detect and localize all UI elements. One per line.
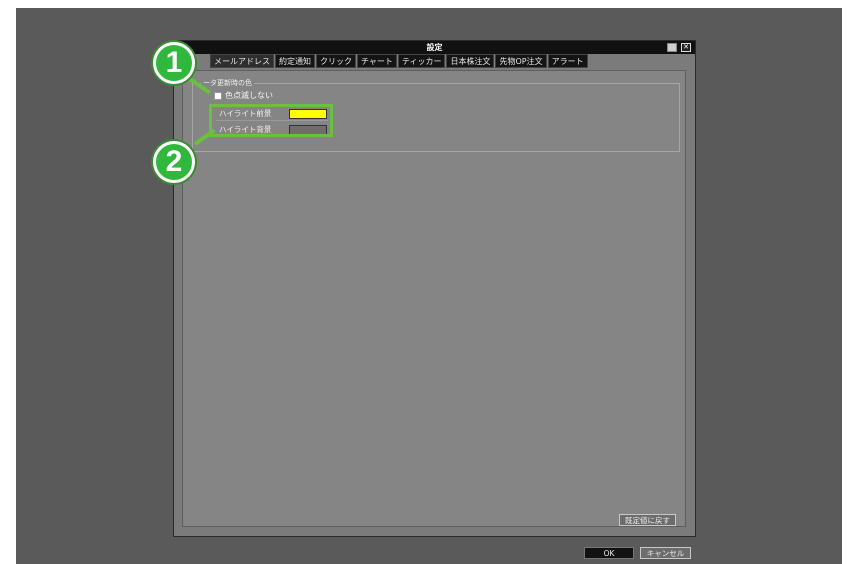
tab-alert[interactable]: アラート [547, 54, 588, 68]
group-legend: ータ更新時の色 [201, 78, 254, 88]
tab-content-panel: ータ更新時の色 色点滅しない ハイライト前景 ハイライト背景 既定値に戻す OK… [182, 70, 691, 559]
tab-ticker[interactable]: ティッカー [397, 54, 446, 68]
ok-button[interactable]: OK [584, 547, 634, 559]
no-flash-option[interactable]: 色点滅しない [214, 90, 273, 101]
no-flash-checkbox[interactable] [214, 91, 222, 100]
tab-click[interactable]: クリック [316, 54, 356, 68]
close-icon[interactable]: ✕ [681, 43, 691, 52]
tab-mail-address[interactable]: メールアドレス [210, 54, 274, 68]
dialog-title: 設定 [426, 43, 443, 52]
tab-execution-notice[interactable]: 約定通知 [275, 54, 315, 68]
minimize-icon[interactable] [667, 43, 677, 52]
tab-chart[interactable]: チャート [357, 54, 397, 68]
callout-2-number: 2 [165, 145, 183, 178]
annotation-highlight-box [209, 104, 333, 137]
callout-2-badge: 2 [153, 141, 195, 183]
cancel-button[interactable]: キャンセル [640, 547, 691, 559]
callout-1-badge: 1 [153, 42, 195, 84]
tab-bar: メールアドレス 約定通知 クリック チャート ティッカー 日本株注文 先物OP注… [210, 54, 589, 68]
title-bar: 設定 ✕ [174, 41, 695, 54]
no-flash-label: 色点滅しない [225, 91, 273, 100]
tab-japan-stock-order[interactable]: 日本株注文 [446, 54, 495, 68]
tab-futures-op-order[interactable]: 先物OP注文 [495, 54, 547, 68]
callout-1-number: 1 [165, 46, 183, 79]
reset-defaults-button[interactable]: 既定値に戻す [619, 514, 676, 526]
